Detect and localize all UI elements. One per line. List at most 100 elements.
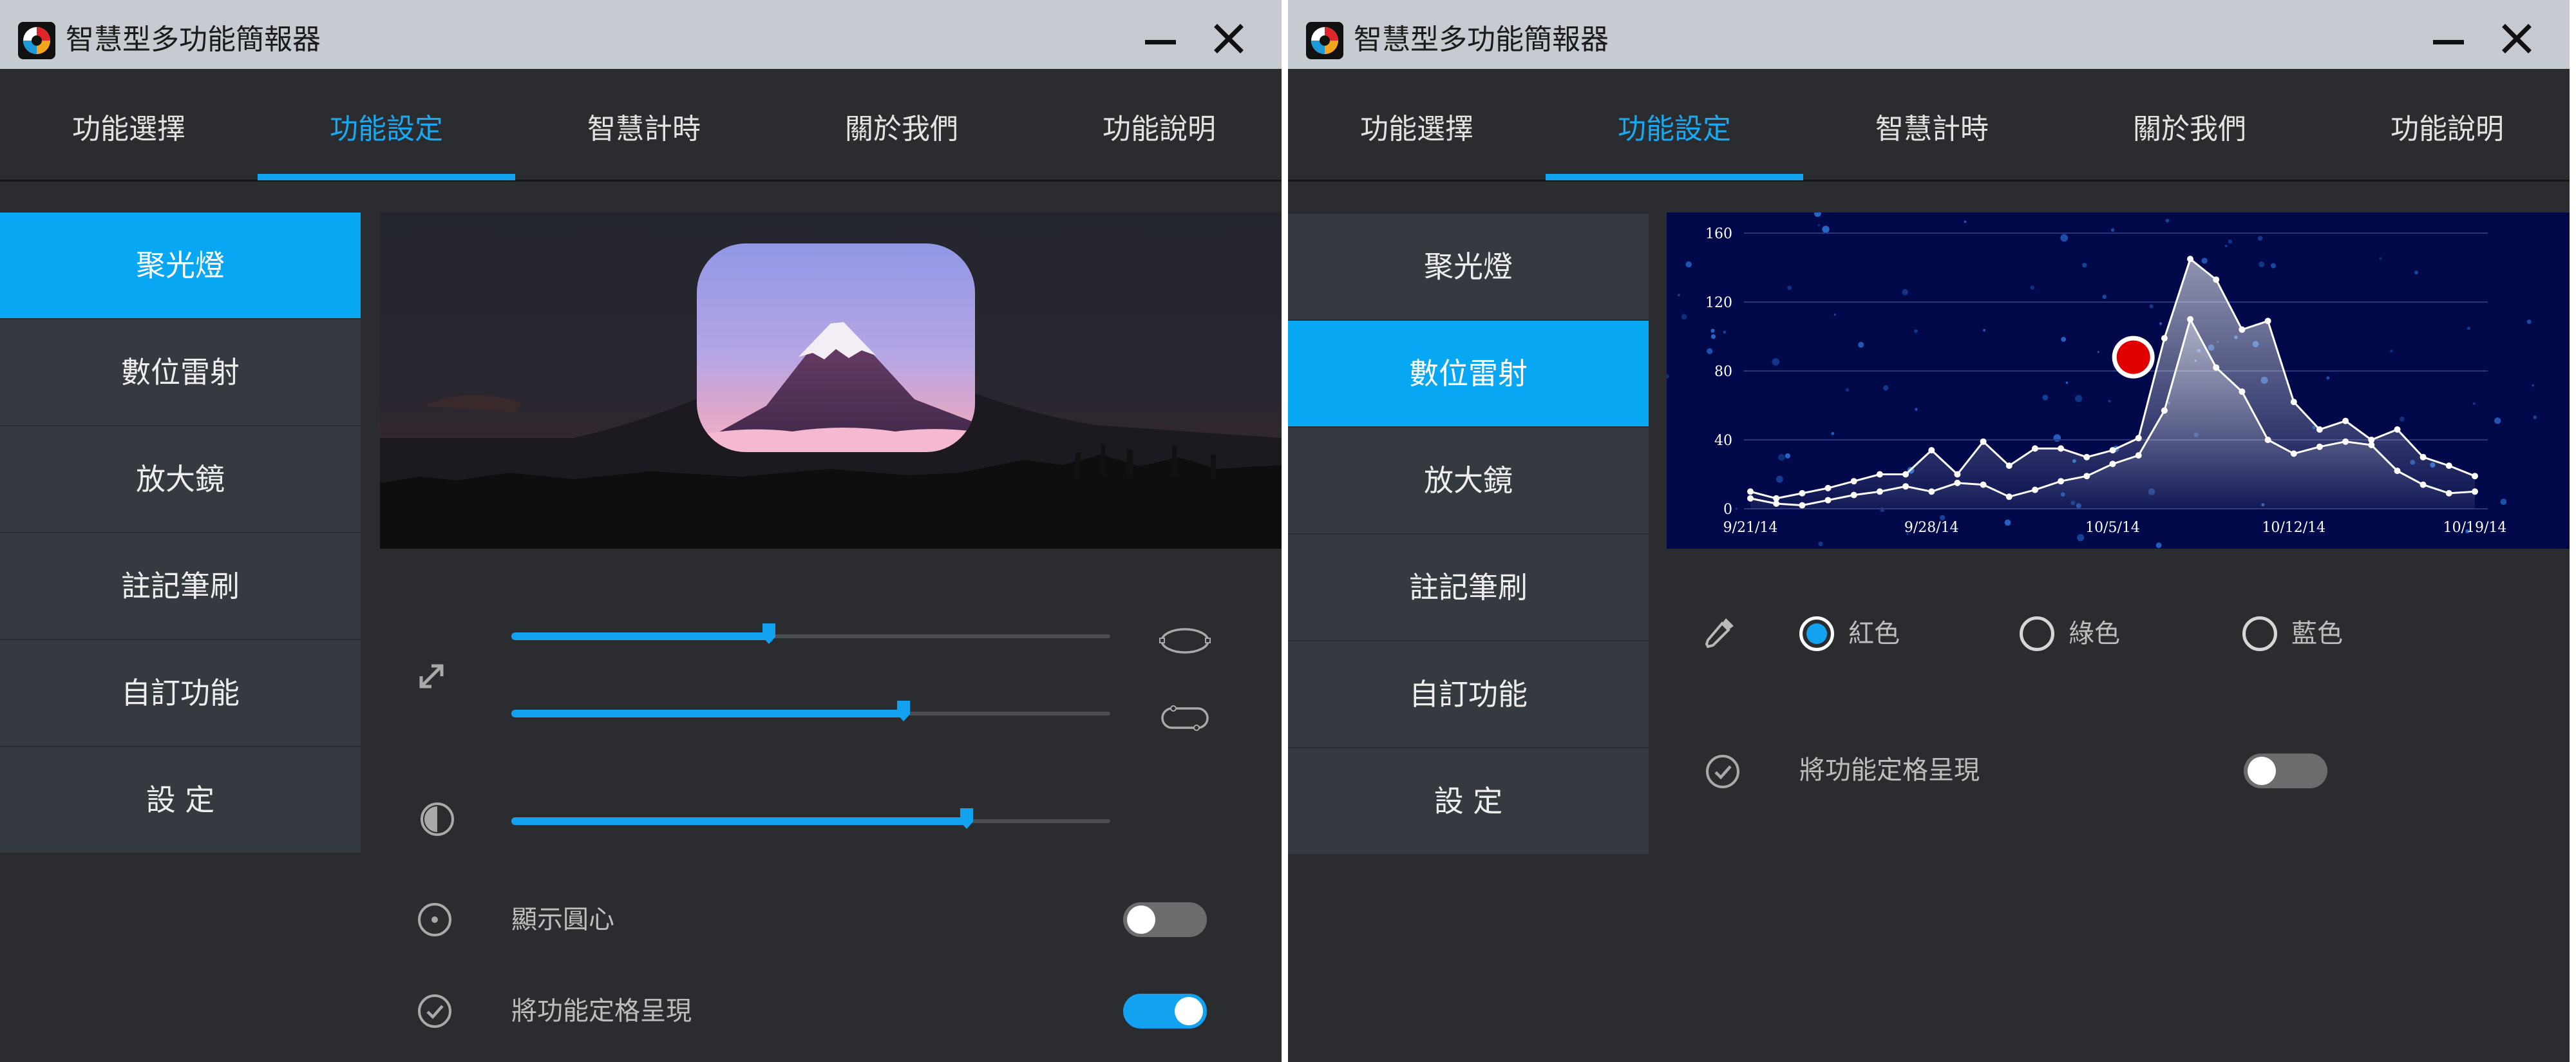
- color-option-red-radio[interactable]: [1799, 616, 1834, 651]
- chart-point: [2342, 438, 2349, 445]
- close-button[interactable]: [1204, 14, 1253, 63]
- chart-point: [1799, 489, 1806, 497]
- chart-star: [1831, 431, 1835, 435]
- chart-point: [2161, 407, 2168, 414]
- chart-star: [2077, 534, 2085, 542]
- chart-star: [2532, 384, 2534, 387]
- chart-x-tick-label: 10/5/14: [2085, 520, 2140, 536]
- sidebar-item-magnifier[interactable]: 放大鏡: [1288, 428, 1649, 533]
- rounded-shape-icon: [1161, 705, 1209, 731]
- spotlight-size-slider-fill: [511, 632, 769, 640]
- tab-help[interactable]: 功能說明: [2318, 69, 2570, 180]
- chart-point: [2264, 437, 2271, 443]
- chart-star: [1787, 285, 1792, 290]
- freeze-function-toggle[interactable]: [2244, 754, 2327, 788]
- spotlight-settings-window: 智慧型多功能簡報器 功能選擇 功能設定 智慧計時 關於我們 功能說明 聚光燈 數…: [0, 0, 1282, 1062]
- tab-function-select[interactable]: 功能選擇: [1288, 69, 1546, 180]
- laser-settings-window: 智慧型多功能簡報器 功能選擇 功能設定 智慧計時 關於我們 功能說明 聚光燈 數…: [1288, 0, 2570, 1062]
- chart-point: [1850, 491, 1857, 498]
- chart-point: [1980, 481, 1987, 488]
- spotlight-size-slider-thumb[interactable]: [762, 623, 776, 645]
- chart-star: [2379, 257, 2382, 260]
- chart-star: [2326, 376, 2330, 380]
- sidebar-item-digital-laser[interactable]: 數位雷射: [1288, 321, 1649, 426]
- chart-point: [1980, 438, 1987, 445]
- chart-point: [2213, 276, 2220, 283]
- chart-star: [1677, 294, 1680, 297]
- chart-point: [2058, 445, 2065, 452]
- toggle-knob: [2248, 757, 2276, 785]
- sidebar-item-digital-laser[interactable]: 數位雷射: [0, 319, 361, 425]
- tab-about-us[interactable]: 關於我們: [773, 69, 1030, 180]
- chart-star: [1883, 385, 1889, 391]
- chart-star: [2526, 319, 2532, 325]
- chart-point: [1954, 479, 1961, 486]
- center-point-icon: [418, 903, 451, 936]
- chart-star: [1772, 358, 1780, 366]
- sidebar-item-annotation-brush[interactable]: 註記筆刷: [0, 533, 361, 639]
- chart-point: [2290, 399, 2297, 406]
- chart-point: [2032, 445, 2038, 452]
- chart-star: [1776, 475, 1783, 483]
- chart-star: [1817, 223, 1821, 227]
- tab-function-select[interactable]: 功能選擇: [0, 69, 258, 180]
- show-center-toggle[interactable]: [1123, 902, 1207, 937]
- sidebar-item-spotlight[interactable]: 聚光燈: [1288, 214, 1649, 319]
- spotlight-roundness-slider-thumb[interactable]: [896, 700, 911, 722]
- tab-help[interactable]: 功能說明: [1030, 69, 1282, 180]
- chart-point: [1876, 488, 1883, 495]
- chart-x-tick-label: 9/21/14: [1723, 520, 1778, 536]
- laser-preview-chart: 0 40 80 120 160 9/21/14 9/28/14 10/5/14 10/12/1…: [1667, 213, 2570, 549]
- color-option-blue-radio[interactable]: [2242, 616, 2277, 651]
- freeze-function-toggle[interactable]: [1123, 994, 1207, 1029]
- background-dimming-slider[interactable]: [511, 808, 1110, 829]
- sidebar-item-custom-function[interactable]: 自訂功能: [1288, 641, 1649, 747]
- title-bar: 智慧型多功能簡報器: [1288, 0, 2570, 69]
- chart-star: [1858, 341, 1864, 348]
- background-dimming-slider-thumb[interactable]: [960, 808, 974, 830]
- tab-about-us[interactable]: 關於我們: [2061, 69, 2318, 180]
- chart-y-tick-label: 40: [1714, 433, 1732, 449]
- tab-function-settings[interactable]: 功能設定: [1546, 69, 1803, 180]
- freeze-function-label: 將功能定格呈現: [1799, 755, 1980, 785]
- contrast-icon: [421, 802, 454, 836]
- sidebar-item-annotation-brush[interactable]: 註記筆刷: [1288, 535, 1649, 640]
- chart-star: [1735, 507, 1738, 510]
- tab-smart-timer[interactable]: 智慧計時: [515, 69, 773, 180]
- chart-star: [1710, 328, 1715, 333]
- sidebar-item-spotlight[interactable]: 聚光燈: [0, 213, 361, 318]
- chart-star: [2082, 263, 2087, 268]
- sidebar-item-magnifier[interactable]: 放大鏡: [0, 426, 361, 532]
- chart-point: [2420, 481, 2427, 488]
- title-bar: 智慧型多功能簡報器: [0, 0, 1282, 69]
- minimize-icon: [2433, 40, 2464, 44]
- close-button[interactable]: [2492, 14, 2541, 63]
- tab-bar-divider: [1288, 180, 2570, 182]
- chart-star: [2097, 351, 2099, 353]
- chart-x-tick-label: 9/28/14: [1904, 520, 1959, 536]
- tab-smart-timer[interactable]: 智慧計時: [1803, 69, 2061, 180]
- active-tab-indicator: [258, 174, 515, 180]
- resize-icon: [419, 664, 444, 688]
- minimize-button[interactable]: [1136, 13, 1185, 62]
- chart-star: [1785, 453, 1790, 459]
- tab-function-settings[interactable]: 功能設定: [258, 69, 515, 180]
- chart-y-tick-label: 160: [1705, 226, 1732, 242]
- color-option-green-radio[interactable]: [2020, 616, 2054, 651]
- sidebar-item-settings[interactable]: 設 定: [0, 747, 361, 853]
- color-option-blue-label: 藍色: [2291, 619, 2343, 649]
- chart-point: [2394, 468, 2401, 475]
- spotlight-size-slider[interactable]: [511, 623, 1110, 644]
- spotlight-roundness-slider[interactable]: [511, 701, 1110, 721]
- chart-star: [2060, 234, 2069, 242]
- chart-star: [1833, 314, 1836, 316]
- chart-star: [2494, 417, 2501, 424]
- sidebar-item-settings[interactable]: 設 定: [1288, 748, 1649, 854]
- sidebar-item-custom-function[interactable]: 自訂功能: [0, 640, 361, 746]
- spotlight-preview-image: [380, 213, 1282, 549]
- chart-star: [2472, 402, 2476, 405]
- chart-point: [1876, 471, 1883, 478]
- chart-star: [1778, 454, 1785, 461]
- chart-point: [2109, 460, 2116, 468]
- minimize-button[interactable]: [2424, 13, 2473, 62]
